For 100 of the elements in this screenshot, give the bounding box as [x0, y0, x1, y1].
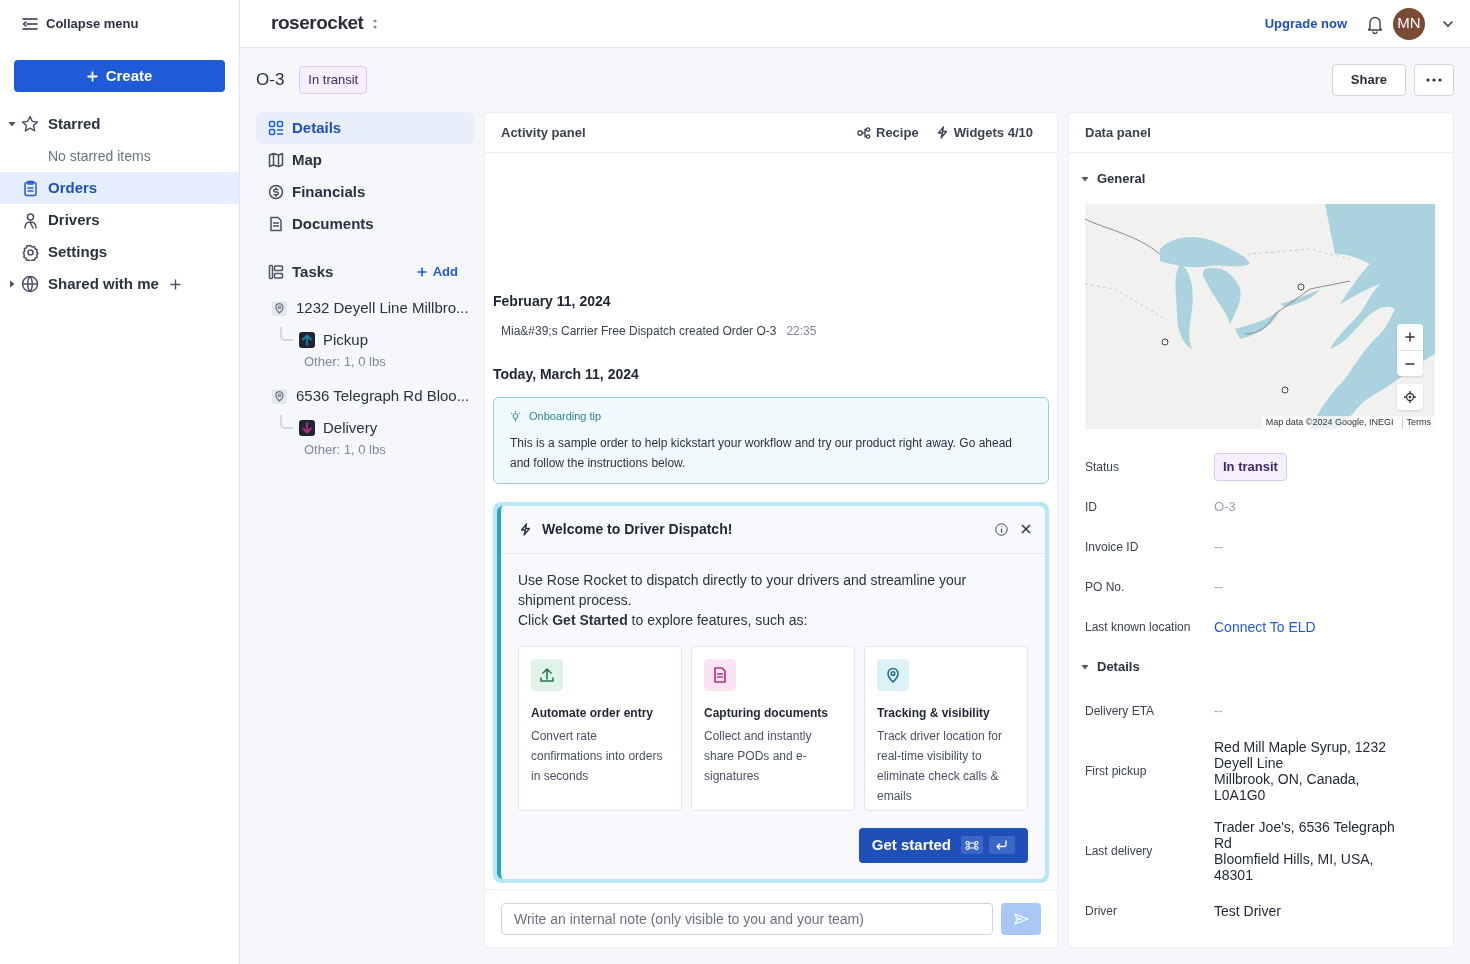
roserocket-logo[interactable]: roserocket — [271, 9, 364, 38]
sidebar-item[interactable]: Orders — [0, 172, 239, 204]
dollar-icon — [268, 184, 284, 200]
get-started-button[interactable]: Get started — [858, 827, 1028, 863]
order-id: O-3 — [256, 69, 285, 92]
tip-label: Onboarding tip — [529, 409, 602, 424]
plus-icon — [86, 70, 98, 82]
section-heading[interactable]: General — [1097, 169, 1146, 189]
map-view[interactable]: Map data ©2024 Google, INEGI Terms — [1085, 204, 1435, 429]
sidebar-group-label[interactable]: Shared with me — [48, 272, 159, 296]
feature-title: Tracking & visibility — [877, 704, 991, 722]
collapse-menu-button[interactable]: Collapse menu — [0, 0, 239, 47]
connect-eld-link[interactable]: Connect To ELD — [1214, 616, 1316, 638]
tree-connector-icon — [280, 327, 294, 343]
field-label: Status — [1085, 459, 1121, 475]
feature-description: Track driver location for real-time visibility to eliminate check calls & emails — [877, 727, 1003, 805]
sidebar-item[interactable]: Drivers — [0, 204, 239, 236]
field-value: Trader Joe's, 6536 Telegraph Rd Bloomfield Hills, MI, USA, 48301 — [1214, 819, 1396, 883]
star-icon — [21, 115, 39, 133]
minus-icon — [1405, 362, 1415, 365]
field-label: Last known location — [1085, 619, 1192, 635]
stop-type: Pickup — [323, 329, 369, 350]
tree-connector-icon — [280, 415, 294, 431]
nav-item[interactable]: Details — [256, 112, 474, 144]
widgets-button[interactable]: Widgets 4/10 — [935, 122, 1033, 143]
field-label: Last delivery — [1085, 843, 1154, 859]
panel-title: Data panel — [1085, 123, 1151, 142]
plus-icon — [169, 278, 181, 290]
field-label: Delivery ETA — [1085, 703, 1156, 719]
field-value: Red Mill Maple Syrup, 1232 Deyell Line Millbrook, ON, Canada, L0A1G0 — [1214, 739, 1387, 803]
person-icon — [22, 211, 39, 229]
nav-item[interactable]: Financials — [256, 176, 474, 208]
terms-link[interactable]: Terms — [1401, 415, 1431, 429]
field-value: -- — [1214, 578, 1223, 597]
nodes-icon — [857, 126, 871, 139]
gear-icon — [22, 243, 39, 261]
welcome-title: Welcome to Driver Dispatch! — [542, 519, 734, 539]
arrow-up-icon — [299, 332, 315, 348]
panel-title: Activity panel — [501, 123, 587, 142]
field-label: Invoice ID — [1085, 539, 1140, 555]
document-icon — [268, 216, 284, 232]
create-button[interactable]: Create — [14, 60, 225, 92]
user-avatar[interactable]: MN — [1393, 7, 1425, 40]
feature-title: Automate order entry — [531, 704, 655, 722]
more-horizontal-icon — [1426, 78, 1442, 82]
field-value: -- — [1214, 538, 1223, 557]
location-pin-icon — [272, 300, 287, 316]
welcome-prompt: Click Get Started to explore features, such as: — [518, 610, 809, 630]
grid-icon — [268, 120, 284, 136]
info-icon — [995, 522, 1008, 536]
field-value: Test Driver — [1214, 903, 1282, 919]
field-value: O-3 — [1214, 498, 1236, 517]
stop-summary: Other: 1, 0 lbs — [303, 353, 387, 371]
arrow-down-icon — [299, 420, 315, 436]
globe-icon — [21, 275, 39, 293]
close-button[interactable] — [1021, 524, 1031, 534]
more-vertical-icon — [372, 17, 379, 30]
plus-icon — [416, 267, 427, 277]
field-label: Driver — [1085, 903, 1118, 919]
send-icon — [1013, 912, 1029, 925]
feature-description: Collect and instantly share PODs and e-signatures — [704, 727, 813, 785]
sidebar-group-label[interactable]: Starred — [48, 112, 101, 136]
feature-description: Convert rate confirmations into orders in seconds — [531, 727, 664, 785]
status-badge: In transit — [299, 66, 368, 94]
lightbulb-icon — [510, 410, 521, 423]
add-task-button[interactable]: Add — [416, 262, 458, 282]
stop-address[interactable]: 6536 Telegraph Rd Bloo... — [296, 384, 470, 408]
enter-key-icon — [989, 836, 1015, 854]
sidebar-item[interactable]: Settings — [0, 236, 239, 268]
field-label: ID — [1085, 499, 1098, 515]
tip-text: This is a sample order to help kickstart your workflow and try our product right away. Go ahead and follow the instructions below. — [510, 434, 1013, 472]
date-heading: February 11, 2024 — [493, 292, 612, 311]
field-label: First pickup — [1085, 763, 1148, 779]
location-pin-icon — [272, 388, 287, 404]
date-heading: Today, March 11, 2024 — [493, 365, 640, 384]
status-badge: In transit — [1214, 453, 1287, 481]
command-key-icon — [961, 836, 983, 854]
lightning-icon — [519, 522, 531, 536]
upgrade-link[interactable]: Upgrade now — [1264, 13, 1347, 34]
tasks-heading: Tasks — [292, 261, 335, 282]
share-button[interactable]: Share — [1331, 64, 1406, 96]
stop-address[interactable]: 1232 Deyell Line Millbro... — [296, 296, 469, 320]
lightning-icon — [935, 126, 948, 139]
map-icon — [268, 152, 284, 168]
recipe-button[interactable]: Recipe — [857, 122, 919, 143]
menu-icon — [22, 16, 38, 31]
chevron-down-icon — [1442, 19, 1454, 28]
map-attribution: Map data ©2024 Google, INEGI — [1265, 415, 1394, 429]
activity-event: Mia&#39;s Carrier Free Dispatch created Order O-3 — [501, 323, 777, 340]
locate-button[interactable] — [1397, 384, 1423, 410]
crosshair-icon — [1404, 391, 1416, 403]
field-value: -- — [1214, 702, 1223, 721]
nav-item[interactable]: Documents — [256, 208, 474, 240]
note-input-field[interactable]: Write an internal note (only visible to you and your team) — [501, 902, 993, 935]
empty-state-text: No starred items — [47, 146, 152, 166]
nav-item[interactable]: Map — [256, 144, 474, 176]
stop-type: Delivery — [323, 417, 378, 438]
section-heading[interactable]: Details — [1097, 657, 1140, 677]
field-label: PO No. — [1085, 579, 1126, 595]
list-icon — [268, 264, 284, 280]
